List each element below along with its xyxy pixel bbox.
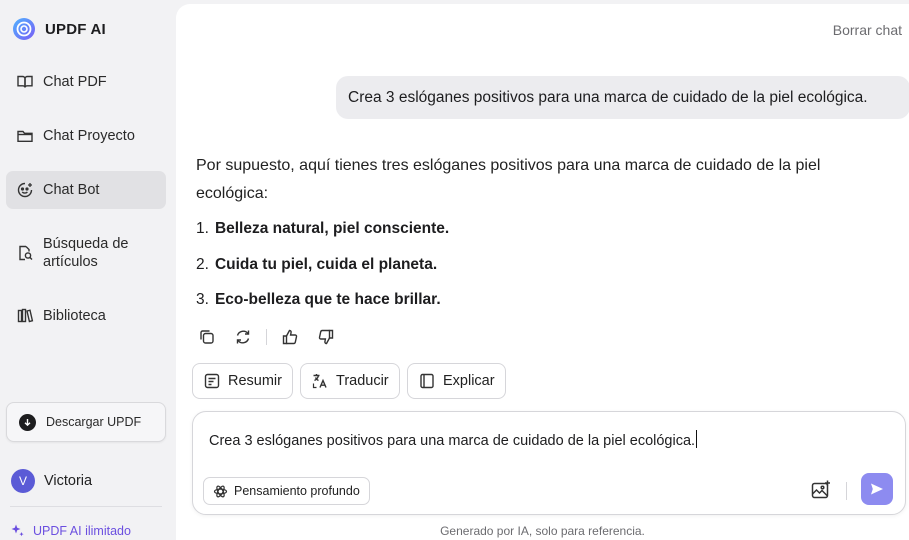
unlimited-label: UPDF AI ilimitado xyxy=(33,523,131,538)
article-search-icon xyxy=(19,245,33,261)
updf-ai-logo-icon xyxy=(13,18,35,40)
book-icon xyxy=(420,373,434,389)
sidebar-divider xyxy=(10,506,162,507)
sidebar: UPDF AI Chat PDF Chat Proyecto Chat Bot xyxy=(0,0,176,540)
sidebar-item-chat-proyecto[interactable]: Chat Proyecto xyxy=(6,117,166,155)
sparkle-icon xyxy=(11,524,24,537)
message-actions xyxy=(196,326,351,348)
deep-think-toggle[interactable]: Pensamiento profundo xyxy=(203,477,370,505)
download-label: Descargar UPDF xyxy=(46,415,142,429)
list-item: 3. Eco-belleza que te hace brillar. xyxy=(196,291,441,309)
assistant-reply-intro: Por supuesto, aquí tienes tres eslóganes… xyxy=(196,157,821,202)
atom-icon xyxy=(213,485,228,497)
copy-icon[interactable] xyxy=(196,326,218,348)
ai-disclaimer: Generado por IA, solo para referencia. xyxy=(440,524,645,538)
list-item-text: Belleza natural, piel consciente. xyxy=(214,220,450,237)
user-message: Crea 3 eslóganes positivos para una marc… xyxy=(336,76,909,119)
sidebar-item-chat-bot[interactable]: Chat Bot xyxy=(6,171,166,209)
list-item-text: Cuida tu piel, cuida el planeta. xyxy=(214,256,438,273)
download-updf-button[interactable]: Descargar UPDF xyxy=(6,402,166,442)
list-item-text: Eco-belleza que te hace brillar. xyxy=(214,291,441,308)
summarize-icon xyxy=(204,373,220,389)
book-open-icon xyxy=(17,75,33,88)
sidebar-item-label: Búsqueda de artículos xyxy=(43,236,129,270)
send-button[interactable] xyxy=(861,473,893,505)
thumbs-up-icon[interactable] xyxy=(279,326,301,348)
sidebar-item-biblioteca[interactable]: Biblioteca xyxy=(6,297,166,335)
updf-ai-unlimited-link[interactable]: UPDF AI ilimitado xyxy=(10,523,131,538)
translate-icon xyxy=(312,374,327,389)
app-name: UPDF AI xyxy=(45,20,106,38)
sidebar-item-label: Chat PDF xyxy=(43,74,107,90)
sidebar-item-label: Chat Bot xyxy=(43,182,100,198)
chat-input-box[interactable]: Crea 3 eslóganes positivos para una marc… xyxy=(192,411,906,515)
avatar: V xyxy=(11,469,35,493)
thumbs-down-icon[interactable] xyxy=(315,326,337,348)
send-icon xyxy=(871,483,883,495)
library-icon xyxy=(17,308,34,323)
user-name: Victoria xyxy=(44,473,93,489)
list-item-number: 3. xyxy=(196,291,209,308)
summarize-button[interactable]: Resumir xyxy=(192,363,293,399)
brand[interactable]: UPDF AI xyxy=(12,16,106,42)
explain-button[interactable]: Explicar xyxy=(407,363,506,399)
clear-chat-button[interactable]: Borrar chat xyxy=(833,22,902,38)
download-icon xyxy=(19,413,36,431)
list-item-number: 2. xyxy=(196,256,209,273)
bot-face-icon xyxy=(17,182,33,198)
sidebar-item-chat-pdf[interactable]: Chat PDF xyxy=(6,63,166,101)
input-separator xyxy=(846,482,847,500)
deep-think-label: Pensamiento profundo xyxy=(234,484,360,498)
translate-button[interactable]: Traducir xyxy=(300,363,400,399)
translate-label: Traducir xyxy=(336,373,389,389)
action-separator xyxy=(266,329,267,345)
folder-icon xyxy=(17,130,33,142)
summarize-label: Resumir xyxy=(228,373,282,389)
user-message-text: Crea 3 eslóganes positivos para una marc… xyxy=(348,88,868,106)
explain-label: Explicar xyxy=(443,373,495,389)
list-item-number: 1. xyxy=(196,220,209,237)
sidebar-item-label: Biblioteca xyxy=(43,308,106,324)
list-item: 1. Belleza natural, piel consciente. xyxy=(196,220,449,238)
text-caret xyxy=(696,430,698,448)
regenerate-icon[interactable] xyxy=(232,326,254,348)
chat-panel: Borrar chat Crea 3 eslóganes positivos p… xyxy=(176,4,909,540)
user-profile[interactable]: V Victoria xyxy=(11,468,92,494)
chat-input[interactable]: Crea 3 eslóganes positivos para una marc… xyxy=(209,430,698,449)
chat-input-value: Crea 3 eslóganes positivos para una marc… xyxy=(209,433,696,449)
list-item: 2. Cuida tu piel, cuida el planeta. xyxy=(196,256,437,274)
image-upload-icon[interactable] xyxy=(809,478,833,502)
sidebar-item-busqueda-articulos[interactable]: Búsqueda de artículos xyxy=(6,231,166,275)
sidebar-item-label: Chat Proyecto xyxy=(43,128,135,144)
